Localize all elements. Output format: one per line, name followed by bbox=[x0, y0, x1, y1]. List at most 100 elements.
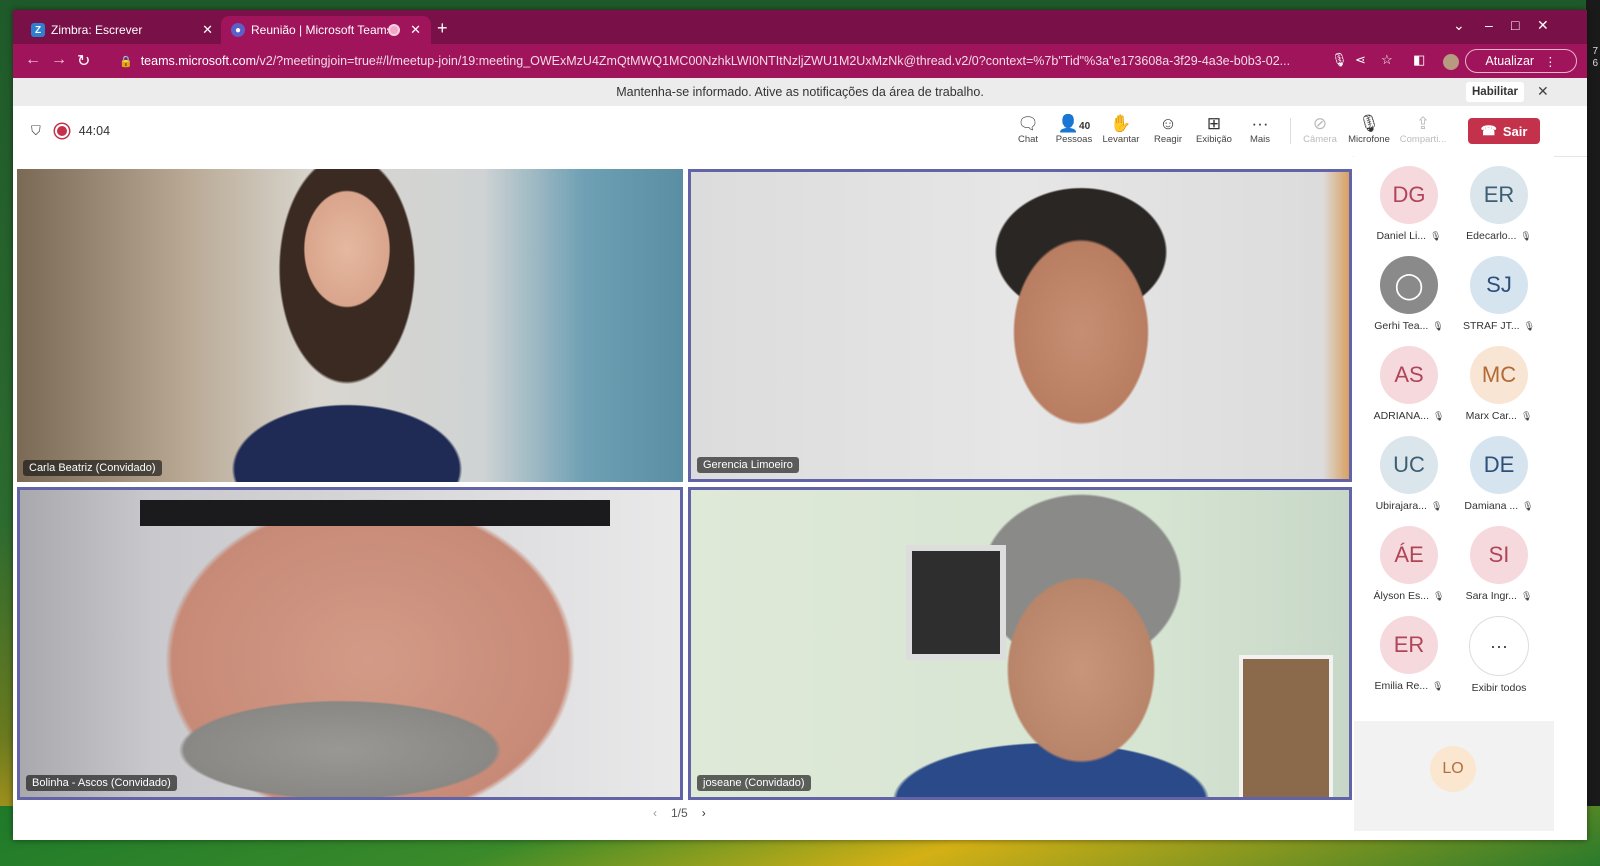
participant-card[interactable]: UC Ubirajara... 🎙 bbox=[1364, 436, 1454, 524]
notification-bar: Mantenha-se informado. Ative as notifica… bbox=[13, 78, 1587, 106]
participant-card[interactable]: DG Daniel Li... 🎙 bbox=[1364, 166, 1454, 254]
camera-button[interactable]: ⊘ Câmera bbox=[1297, 114, 1343, 145]
star-icon[interactable]: ☆ bbox=[1381, 52, 1393, 68]
url-host: teams.microsoft.com bbox=[140, 54, 257, 68]
video-tile[interactable]: Gerencia Limoeiro bbox=[688, 169, 1352, 482]
raise-hand-button[interactable]: ✋ Levantar bbox=[1098, 114, 1144, 145]
chat-icon: 🗨 bbox=[1017, 114, 1039, 133]
view-button[interactable]: ⊞ Exibição bbox=[1191, 114, 1237, 145]
avatar: DG bbox=[1380, 166, 1438, 224]
chevron-left-icon[interactable]: ‹ bbox=[653, 806, 657, 820]
participant-card[interactable]: SJ STRAF JT... 🎙 bbox=[1454, 256, 1544, 344]
enable-notifications-button[interactable]: Habilitar bbox=[1466, 82, 1525, 102]
tab-title: Reunião | Microsoft Teams bbox=[251, 23, 389, 37]
participant-name: Carla Beatriz (Convidado) bbox=[23, 460, 162, 476]
new-tab-icon[interactable]: + bbox=[437, 18, 448, 39]
leave-label: Sair bbox=[1502, 123, 1528, 139]
participant-card[interactable]: ER Emilia Re... 🎙 bbox=[1364, 616, 1454, 704]
participant-card[interactable]: ◯ Gerhi Tea... 🎙 bbox=[1364, 256, 1454, 344]
participant-name-row: Ubirajara... 🎙 bbox=[1376, 500, 1443, 512]
view-label: Exibição bbox=[1196, 134, 1232, 145]
participant-card[interactable]: AS ADRIANA... 🎙 bbox=[1364, 346, 1454, 434]
participant-card[interactable]: ÁE Ályson Es... 🎙 bbox=[1364, 526, 1454, 614]
more-icon: ··· bbox=[1469, 616, 1529, 676]
participant-card[interactable]: ··· Exibir todos bbox=[1454, 616, 1544, 704]
tab-strip: Z Zimbra: Escrever ✕ ● Reunião | Microso… bbox=[13, 10, 1587, 44]
reload-icon[interactable]: ↻ bbox=[77, 51, 90, 71]
tab-teams[interactable]: ● Reunião | Microsoft Teams ✕ bbox=[221, 16, 431, 44]
update-label: Atualizar bbox=[1485, 54, 1535, 68]
participant-name: Edecarlo... bbox=[1466, 230, 1517, 242]
participant-name-row: ADRIANA... 🎙 bbox=[1374, 410, 1445, 422]
chevron-right-icon[interactable]: › bbox=[702, 806, 706, 820]
person-icon: ◯ bbox=[1394, 269, 1424, 300]
url-field[interactable]: 🔒 teams.microsoft.com /v2/?meetingjoin=t… bbox=[113, 49, 1353, 73]
meeting-toolbar: ⛉ 44:04 🗨 Chat 👤40 Pessoas ✋ Levantar ☺ … bbox=[13, 106, 1587, 157]
mic-off-icon: 🎙 bbox=[1433, 410, 1445, 421]
tab-zimbra[interactable]: Z Zimbra: Escrever ✕ bbox=[21, 16, 223, 44]
avatar: DE bbox=[1470, 436, 1528, 494]
camera-off-icon: ⊘ bbox=[1312, 114, 1328, 133]
participant-name: Sara Ingr... bbox=[1465, 590, 1517, 602]
sidepanel-icon[interactable]: ◧ bbox=[1413, 52, 1425, 68]
more-icon: ··· bbox=[1251, 114, 1269, 133]
chat-button[interactable]: 🗨 Chat bbox=[1005, 114, 1051, 145]
participant-name: Marx Car... bbox=[1465, 410, 1517, 422]
close-icon[interactable]: ✕ bbox=[410, 22, 421, 38]
hangup-icon: ☎ bbox=[1480, 123, 1497, 138]
close-icon[interactable]: ✕ bbox=[202, 22, 213, 38]
leave-button[interactable]: ☎ Sair bbox=[1468, 118, 1540, 144]
forward-icon[interactable]: → bbox=[51, 51, 67, 69]
minimize-icon[interactable]: – bbox=[1485, 17, 1493, 33]
maximize-icon[interactable]: □ bbox=[1511, 17, 1519, 33]
participant-card[interactable]: SI Sara Ingr... 🎙 bbox=[1454, 526, 1544, 614]
grid-icon: ⊞ bbox=[1206, 114, 1222, 133]
close-icon[interactable]: ✕ bbox=[1537, 83, 1549, 100]
video-tile[interactable]: joseane (Convidado) bbox=[688, 487, 1352, 800]
mic-icon[interactable]: 🎙 bbox=[1331, 52, 1348, 68]
page-indicator: 1/5 bbox=[671, 806, 688, 820]
notification-text: Mantenha-se informado. Ative as notifica… bbox=[616, 85, 984, 99]
share-icon[interactable]: ⋖ bbox=[1355, 52, 1366, 68]
participant-card[interactable]: DE Damiana ... 🎙 bbox=[1454, 436, 1544, 524]
avatar: MC bbox=[1470, 346, 1528, 404]
avatar[interactable]: LO bbox=[1430, 746, 1476, 792]
mic-off-icon: 🎙 bbox=[1432, 680, 1444, 691]
smiley-icon: ☺ bbox=[1159, 114, 1177, 133]
share-screen-icon: ⇪ bbox=[1415, 114, 1431, 133]
gallery-pager: ‹ 1/5 › bbox=[653, 806, 706, 820]
participant-name: Ubirajara... bbox=[1375, 500, 1427, 512]
people-icon: 👤40 bbox=[1057, 114, 1091, 133]
update-button[interactable]: Atualizar ⋮ bbox=[1465, 49, 1577, 73]
participant-card[interactable]: ER Edecarlo... 🎙 bbox=[1454, 166, 1544, 254]
mic-off-icon: 🎙 bbox=[1523, 320, 1536, 331]
lock-icon: 🔒 bbox=[119, 55, 133, 68]
participant-name: STRAF JT... bbox=[1462, 320, 1520, 332]
share-label: Comparti... bbox=[1399, 134, 1447, 145]
video-tile[interactable]: Carla Beatriz (Convidado) bbox=[17, 169, 683, 482]
video-stage: Carla Beatriz (Convidado) Gerencia Limoe… bbox=[13, 156, 1353, 840]
people-button[interactable]: 👤40 Pessoas bbox=[1051, 114, 1097, 145]
meeting-info: ⛉ 44:04 bbox=[31, 123, 110, 139]
share-button[interactable]: ⇪ Comparti... bbox=[1396, 114, 1450, 145]
close-window-icon[interactable]: ✕ bbox=[1537, 17, 1549, 34]
kebab-icon: ⋮ bbox=[1544, 54, 1557, 69]
participants-panel: DG Daniel Li... 🎙 ER Edecarlo... 🎙 ◯ Gerhi Tea.… bbox=[1354, 156, 1554, 840]
profile-avatar[interactable] bbox=[1443, 54, 1459, 70]
participant-name-row: Gerhi Tea... 🎙 bbox=[1374, 320, 1444, 332]
more-button[interactable]: ··· Mais bbox=[1237, 114, 1283, 145]
mic-button[interactable]: 🎙 Microfone bbox=[1344, 114, 1394, 145]
mic-off-icon: 🎙 bbox=[1520, 410, 1533, 421]
shield-icon[interactable]: ⛉ bbox=[31, 123, 41, 139]
participant-list: DG Daniel Li... 🎙 ER Edecarlo... 🎙 ◯ Gerhi Tea.… bbox=[1354, 166, 1554, 721]
participant-name-row: Emilia Re... 🎙 bbox=[1374, 680, 1443, 692]
participant-name-row: Ályson Es... 🎙 bbox=[1374, 590, 1445, 602]
participant-name: Damiana ... bbox=[1464, 500, 1519, 512]
participant-card[interactable]: MC Marx Car... 🎙 bbox=[1454, 346, 1544, 434]
avatar: ÁE bbox=[1380, 526, 1438, 584]
react-button[interactable]: ☺ Reagir bbox=[1145, 114, 1191, 145]
tab-search-icon[interactable]: ⌄ bbox=[1453, 17, 1465, 34]
video-tile[interactable]: Bolinha - Ascos (Convidado) bbox=[17, 487, 683, 800]
mic-off-icon: 🎙 bbox=[1430, 230, 1442, 241]
back-icon[interactable]: ← bbox=[25, 51, 41, 69]
